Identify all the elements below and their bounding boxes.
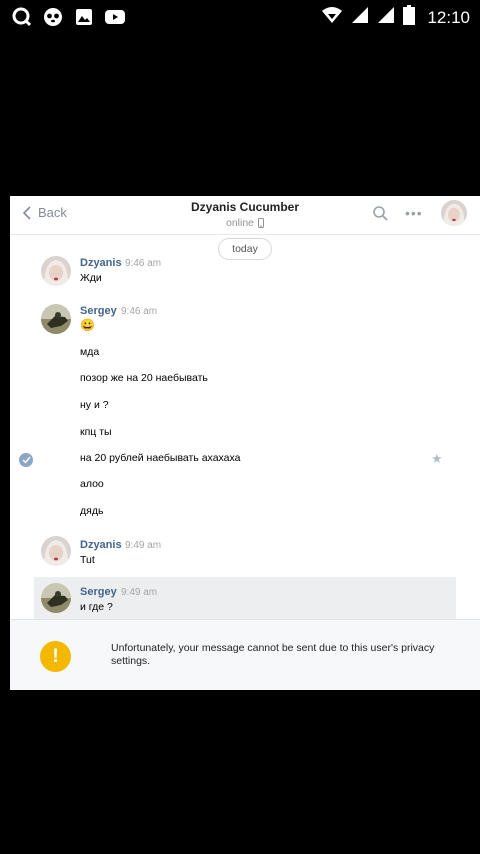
signal-2-icon bbox=[377, 6, 395, 29]
privacy-notice: ! Unfortunately, your message cannot be … bbox=[10, 619, 480, 690]
message-group: Dzyanis 9:49 am Tut bbox=[10, 536, 480, 576]
avatar[interactable] bbox=[41, 256, 71, 286]
message-text: ну и ? bbox=[80, 399, 109, 411]
message-group-selected[interactable]: Sergey 9:49 am и где ? bbox=[34, 577, 456, 619]
clock: 12:10 bbox=[427, 7, 470, 27]
message-text: Tut bbox=[80, 554, 95, 566]
mobile-icon bbox=[258, 218, 265, 228]
chat-title: Dzyanis Cucumber bbox=[190, 200, 300, 214]
chevron-left-icon bbox=[22, 205, 31, 220]
search-icon[interactable] bbox=[373, 206, 388, 226]
avatar[interactable] bbox=[41, 304, 71, 334]
message-time: 9:46 am bbox=[121, 306, 158, 317]
message-group: Sergey 9:46 am 😀 мда позор же на 20 наеб… bbox=[10, 302, 480, 526]
chat-header: Back Dzyanis Cucumber online ••• bbox=[10, 196, 480, 235]
warning-icon: ! bbox=[40, 641, 71, 672]
battery-icon bbox=[403, 5, 416, 30]
message-text: кпц ты bbox=[80, 426, 112, 438]
panda-app-icon bbox=[43, 7, 63, 27]
star-icon[interactable]: ★ bbox=[431, 451, 443, 467]
sender-name[interactable]: Sergey bbox=[80, 305, 117, 317]
message-group: Dzyanis 9:46 am Жди bbox=[10, 254, 480, 296]
sender-name[interactable]: Dzyanis bbox=[80, 539, 122, 551]
sender-name[interactable]: Sergey bbox=[80, 586, 117, 598]
message-text: позор же на 20 наебывать bbox=[80, 372, 208, 384]
q-app-icon bbox=[12, 7, 32, 27]
selected-check-icon[interactable] bbox=[19, 453, 33, 467]
message-time: 9:49 am bbox=[125, 540, 162, 551]
message-text: дядь bbox=[80, 505, 104, 517]
notice-text: Unfortunately, your message cannot be se… bbox=[111, 642, 435, 667]
sender-name[interactable]: Dzyanis bbox=[80, 257, 122, 269]
header-avatar[interactable] bbox=[441, 200, 467, 226]
youtube-icon bbox=[105, 7, 125, 27]
more-icon[interactable]: ••• bbox=[405, 205, 423, 221]
status-bar: 12:10 bbox=[0, 0, 480, 34]
message-time: 9:46 am bbox=[125, 258, 162, 269]
back-label: Back bbox=[38, 205, 67, 220]
message-text: на 20 рублей наебывать ахахаха bbox=[80, 452, 241, 464]
gallery-icon bbox=[74, 7, 94, 27]
message-text: Жди bbox=[80, 272, 102, 284]
avatar[interactable] bbox=[41, 536, 71, 566]
back-button[interactable]: Back bbox=[22, 205, 67, 220]
message-text: и где ? bbox=[80, 601, 113, 613]
chat-screenshot: Back Dzyanis Cucumber online ••• today D… bbox=[10, 196, 480, 690]
avatar[interactable] bbox=[41, 583, 71, 613]
signal-icon bbox=[351, 6, 369, 29]
online-status: online bbox=[225, 217, 255, 229]
message-text: алоо bbox=[80, 478, 104, 490]
chat-title-block[interactable]: Dzyanis Cucumber online bbox=[130, 200, 360, 229]
message-time: 9:49 am bbox=[121, 587, 158, 598]
emoji-message: 😀 bbox=[80, 318, 95, 332]
message-text: мда bbox=[80, 346, 100, 358]
wifi-icon bbox=[321, 6, 343, 29]
